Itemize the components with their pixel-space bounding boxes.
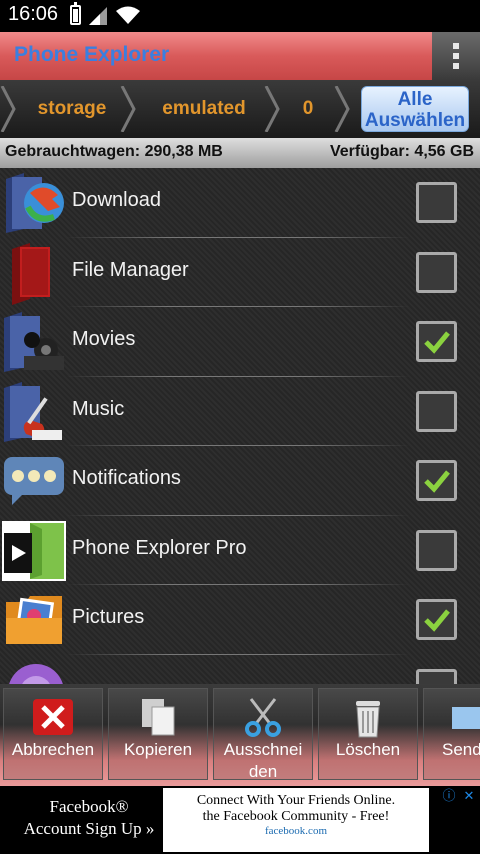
file-name: Movies [72,328,136,350]
status-bar: 16:06 [0,0,480,32]
status-time: 16:06 [8,3,59,25]
movies-folder-icon [4,312,64,372]
cut-button[interactable]: Ausschnei den [213,688,313,781]
ad-right-panel[interactable]: Connect With Your Friends Online. the Fa… [163,788,429,852]
file-list: Download File Manager Movies Music Notif… [0,168,480,684]
list-item[interactable]: Phone Explorer Pro [0,516,480,585]
overflow-menu-button[interactable] [432,32,480,80]
storage-used: Gebrauchtwagen: 290,38 MB [5,143,223,160]
storage-free: Verfügbar: 4,56 GB [329,143,474,160]
send-button[interactable]: Send [423,688,480,780]
file-name: Phone Explorer Pro [72,536,247,559]
cancel-button[interactable]: Abbrechen [3,688,103,780]
file-name: Pictures [72,606,145,628]
list-item[interactable]: Movies [0,307,480,377]
select-checkbox[interactable] [416,668,457,684]
wifi-icon [116,6,140,24]
select-checkbox[interactable] [416,321,457,362]
pictures-folder-icon [6,596,62,644]
delete-label: Löschen [335,740,401,759]
purple-disc-icon [9,663,63,684]
copy-button[interactable]: Kopieren [108,688,208,780]
copy-icon [142,699,175,736]
chevron-right-icon [334,86,350,132]
chevron-right-icon [264,86,280,132]
file-name: Notifications [72,467,181,489]
signal-icon [89,7,107,25]
file-name: Download [72,189,161,211]
red-folder-icon [12,242,50,305]
select-checkbox[interactable] [416,390,457,432]
list-item[interactable]: Download [0,168,480,238]
checkmark-icon [424,331,450,354]
cancel-label: Abbrechen [11,740,95,759]
video-player-icon [2,520,66,581]
checkmark-icon [424,470,450,493]
action-toolbar: Abbrechen Kopieren Ausschnei den Löschen … [0,684,480,786]
menu-dot [453,43,459,49]
menu-dot [453,53,459,59]
select-checkbox[interactable] [416,460,457,501]
app-title: Phone Explorer [14,43,170,66]
select-checkbox[interactable] [416,251,457,293]
list-item[interactable]: Music [0,377,480,446]
breadcrumb-item-0[interactable]: 0 [288,80,328,138]
copy-label: Kopieren [123,740,193,759]
delete-button[interactable]: Löschen [318,688,418,780]
storage-info-bar: Gebrauchtwagen: 290,38 MB Verfügbar: 4,5… [0,138,480,168]
ad-close-icon[interactable]: ✕ [460,788,478,806]
battery-icon [70,2,81,25]
ad-banner[interactable]: Facebook® Account Sign Up » Connect With… [0,786,480,854]
file-name: File Manager [72,258,189,281]
breadcrumb-item-storage[interactable]: storage [22,80,122,138]
list-item[interactable]: Notifications [0,446,480,516]
ad-info-icon[interactable]: ⓘ [440,788,458,806]
select-checkbox[interactable] [416,599,457,640]
breadcrumb-item-emulated[interactable]: emulated [144,80,264,138]
cut-label: Ausschnei den [223,740,303,781]
select-checkbox[interactable] [416,529,457,571]
checkmark-icon [424,609,450,632]
scissors-icon [245,698,281,737]
close-icon [33,699,73,735]
send-label: Send [442,740,480,759]
select-checkbox[interactable] [416,182,457,223]
chevron-right-icon [0,86,16,132]
select-all-button[interactable]: Alle Auswählen [361,86,469,132]
send-icon [452,707,480,729]
speech-bubble-icon [4,457,64,505]
music-folder-icon [4,381,62,442]
download-folder-icon [6,173,64,233]
list-item[interactable] [0,655,480,684]
app-bar: Phone Explorer [0,32,480,80]
list-item[interactable]: Pictures [0,585,480,655]
chevron-right-icon [120,86,136,132]
list-item[interactable]: File Manager [0,238,480,307]
ad-left-text[interactable]: Facebook® Account Sign Up » [14,796,164,840]
menu-dot [453,63,459,69]
file-name: Music [72,397,125,420]
trash-icon [356,701,380,738]
